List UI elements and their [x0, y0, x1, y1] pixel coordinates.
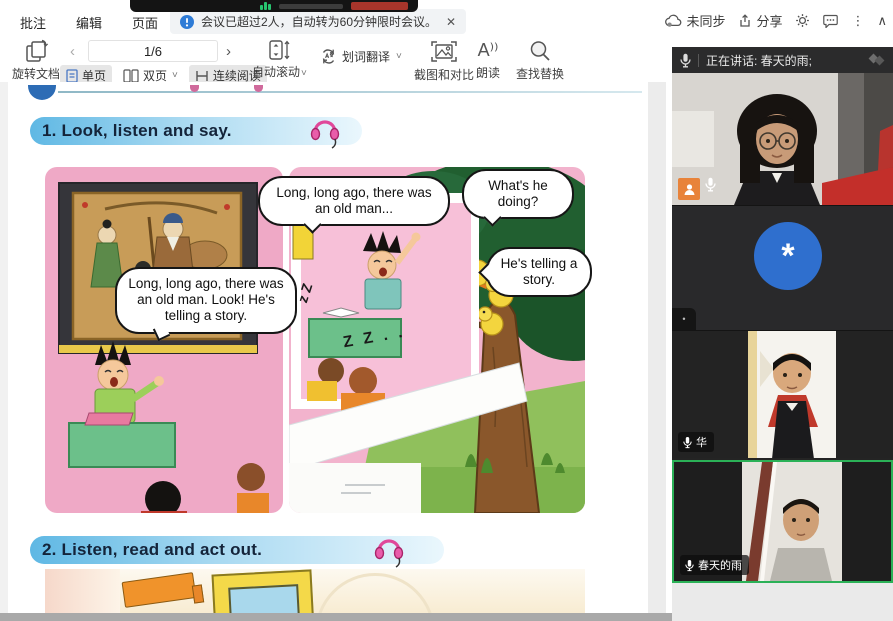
feedback-button[interactable] — [823, 14, 838, 28]
participant-video-1[interactable] — [672, 73, 893, 205]
snapshot-compare-icon — [429, 39, 459, 64]
person-icon — [683, 183, 696, 196]
tab-edit[interactable]: 编辑 — [76, 13, 102, 32]
mic-on-icon — [705, 177, 716, 197]
textbook-page: 1. Look, listen and say. — [8, 82, 648, 613]
participant-video-3[interactable]: 华 — [672, 330, 893, 458]
headphones-icon — [372, 531, 406, 569]
meeting-video-panel: 正在讲话: 春天的雨; — [672, 47, 893, 583]
orange-marker-art — [122, 572, 197, 608]
window-bottom-edge — [0, 613, 672, 621]
speech-bubble-boy: Long, long ago, there was an old man... — [258, 176, 450, 226]
collapse-toolbar-button[interactable]: ∧ — [877, 13, 887, 29]
single-page-icon — [66, 69, 78, 83]
participant3-name-badge: 华 — [678, 432, 714, 452]
find-replace-icon — [528, 39, 552, 63]
translate-icon — [320, 48, 337, 65]
auto-scroll-button[interactable]: 自动滚动˅ — [252, 39, 307, 80]
end-meeting-button[interactable] — [351, 2, 408, 10]
participant-video-4-active[interactable]: 春天的雨 — [672, 460, 893, 583]
speech-bubble-classroom: Long, long ago, there was an old man. Lo… — [115, 267, 297, 334]
read-aloud-button[interactable]: A⁾⁾ 朗读 — [476, 39, 500, 81]
share-icon — [738, 14, 752, 28]
double-page-caret: ˅ — [172, 70, 178, 81]
comic-illustration: Long, long ago, there was an old man... … — [45, 167, 585, 513]
participant-video-2[interactable]: * • — [672, 205, 893, 330]
double-page-icon — [123, 69, 139, 83]
prev-page-button[interactable]: ‹ — [70, 43, 75, 60]
microphone-icon — [705, 177, 716, 192]
document-toolbar: 旋转文档 ‹ › 单页 双页 ˅ — [0, 36, 648, 82]
find-replace-button[interactable]: 查找替换 — [516, 39, 564, 82]
document-scrollbar[interactable] — [648, 82, 666, 613]
panel-lower-area — [672, 583, 893, 621]
word-translate-button[interactable]: 划词翻译 ˅ — [320, 48, 402, 65]
section2-illustration-partial — [45, 569, 585, 613]
more-menu-button[interactable]: ⋮ — [851, 13, 864, 29]
microphone-icon — [683, 436, 692, 449]
next-page-button[interactable]: › — [226, 43, 231, 60]
sync-status[interactable]: 未同步 — [665, 11, 725, 30]
yellow-frame-art — [211, 569, 314, 613]
meeting-floating-bar — [130, 0, 418, 12]
continuous-read-icon — [195, 69, 209, 83]
volume-meter-icon — [260, 2, 271, 10]
window-actions: 未同步 分享 ⋮ ∧ — [665, 11, 887, 30]
microphone-icon — [680, 53, 691, 68]
headphones-icon — [308, 112, 342, 150]
meeting-title-blurred — [279, 4, 343, 9]
meeting-notification: 会议已超过2人，自动转为60分钟限时会议。 ✕ — [170, 9, 466, 34]
microphone-icon — [685, 559, 694, 572]
speech-bubble-birds-question: What's he doing? — [462, 169, 574, 219]
illustration-edge — [45, 569, 120, 613]
page-number-input[interactable] — [88, 40, 218, 62]
tab-annotate[interactable]: 批注 — [20, 13, 46, 32]
speaking-status-text: 正在讲话: 春天的雨; — [706, 52, 812, 69]
rotate-document-button[interactable]: 旋转文档 — [12, 39, 60, 82]
frame-glass-art — [228, 584, 300, 613]
snapshot-compare-button[interactable]: 截图和对比 — [414, 39, 474, 83]
watermark-circle — [315, 573, 435, 613]
panel-collapse-icon[interactable] — [867, 53, 885, 67]
menu-tabs: 批注 编辑 页面 — [20, 13, 158, 32]
notification-close-icon[interactable]: ✕ — [446, 15, 456, 29]
rotate-document-icon — [23, 39, 49, 63]
settings-button[interactable] — [795, 13, 810, 28]
header-rule — [58, 91, 642, 93]
participant4-name-badge: 春天的雨 — [680, 555, 749, 575]
read-aloud-icon: A⁾⁾ — [478, 39, 499, 62]
notification-text: 会议已超过2人，自动转为60分钟限时会议。 — [201, 13, 437, 30]
divider — [698, 54, 699, 67]
double-diamond-icon — [867, 53, 885, 67]
gear-icon — [795, 13, 810, 28]
app-window: { "meeting_float_bar": { "end_button_col… — [0, 0, 893, 621]
info-icon — [180, 15, 194, 29]
auto-scroll-icon — [267, 39, 291, 61]
tab-page[interactable]: 页面 — [132, 13, 158, 32]
translate-caret: ˅ — [396, 51, 402, 62]
chat-bubble-icon — [823, 14, 838, 28]
speech-bubble-birds-answer: He's telling a story. — [486, 247, 592, 297]
orange-marker-cap-art — [192, 584, 204, 603]
presenter-badge — [678, 178, 700, 200]
unit-number-bubble-partial — [28, 85, 56, 100]
avatar: * — [754, 222, 822, 290]
participant2-mini-badge: • — [672, 308, 696, 330]
cloud-icon — [665, 14, 682, 27]
share-button[interactable]: 分享 — [738, 11, 782, 30]
speaking-status-bar: 正在讲话: 春天的雨; — [672, 47, 893, 73]
